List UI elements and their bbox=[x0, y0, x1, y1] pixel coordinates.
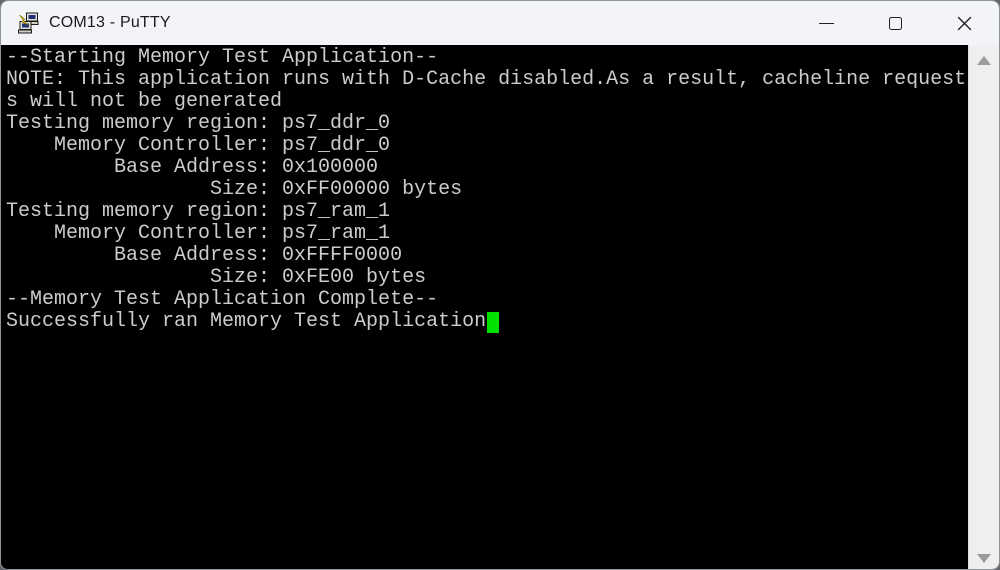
window-body: --Starting Memory Test Application-- NOTE… bbox=[1, 45, 999, 569]
terminal-line-text: Testing memory region: ps7_ram_1 bbox=[6, 200, 391, 223]
minimize-icon bbox=[819, 22, 834, 24]
terminal-line: NOTE: This application runs with D-Cache… bbox=[6, 69, 968, 91]
terminal-cursor bbox=[487, 312, 500, 333]
terminal-line-text: Successfully ran Memory Test Application bbox=[6, 310, 487, 333]
terminal-line: Testing memory region: ps7_ram_1 bbox=[6, 201, 968, 223]
terminal-line-text: NOTE: This application runs with D-Cache… bbox=[6, 68, 967, 91]
terminal-line: Memory Controller: ps7_ddr_0 bbox=[6, 135, 968, 157]
terminal-line-text: --Starting Memory Test Application-- bbox=[6, 46, 439, 69]
terminal-line: Base Address: 0x100000 bbox=[6, 157, 968, 179]
maximize-button[interactable] bbox=[861, 1, 930, 45]
terminal-line: Size: 0xFE00 bytes bbox=[6, 267, 968, 289]
terminal-line-text: Memory Controller: ps7_ddr_0 bbox=[6, 134, 391, 157]
terminal-line: Testing memory region: ps7_ddr_0 bbox=[6, 113, 968, 135]
terminal-line-text: Base Address: 0xFFFF0000 bbox=[6, 244, 403, 267]
close-button[interactable] bbox=[930, 1, 999, 45]
putty-app-icon bbox=[18, 12, 39, 34]
terminal-screen[interactable]: --Starting Memory Test Application-- NOTE… bbox=[1, 45, 968, 569]
terminal-line-text: Testing memory region: ps7_ddr_0 bbox=[6, 112, 391, 135]
close-icon bbox=[957, 16, 972, 30]
minimize-button[interactable] bbox=[792, 1, 861, 45]
putty-window: COM13 - PuTTY --Starting Memory Test App… bbox=[0, 0, 1000, 570]
terminal-line-text: --Memory Test Application Complete-- bbox=[6, 288, 439, 311]
terminal-line: Size: 0xFF00000 bytes bbox=[6, 179, 968, 201]
terminal-line: --Memory Test Application Complete-- bbox=[6, 289, 968, 311]
terminal-line-text: Size: 0xFE00 bytes bbox=[6, 266, 427, 289]
terminal-line-text: Size: 0xFF00000 bytes bbox=[6, 178, 463, 201]
terminal-line: Memory Controller: ps7_ram_1 bbox=[6, 223, 968, 245]
terminal-line: s will not be generated bbox=[6, 91, 968, 113]
scroll-up-arrow-icon[interactable] bbox=[977, 56, 991, 65]
window-controls bbox=[792, 1, 999, 45]
scrollbar[interactable] bbox=[968, 45, 999, 569]
terminal-line: Base Address: 0xFFFF0000 bbox=[6, 245, 968, 267]
terminal-line-text: Base Address: 0x100000 bbox=[6, 156, 379, 179]
terminal-line-text: s will not be generated bbox=[6, 90, 283, 113]
terminal-line: --Starting Memory Test Application-- bbox=[6, 47, 968, 69]
title-bar[interactable]: COM13 - PuTTY bbox=[1, 1, 999, 45]
scroll-down-arrow-icon[interactable] bbox=[977, 554, 991, 563]
window-title: COM13 - PuTTY bbox=[49, 14, 171, 31]
maximize-icon bbox=[889, 16, 902, 30]
terminal-line: Successfully ran Memory Test Application bbox=[6, 311, 968, 333]
terminal-line-text: Memory Controller: ps7_ram_1 bbox=[6, 222, 391, 245]
